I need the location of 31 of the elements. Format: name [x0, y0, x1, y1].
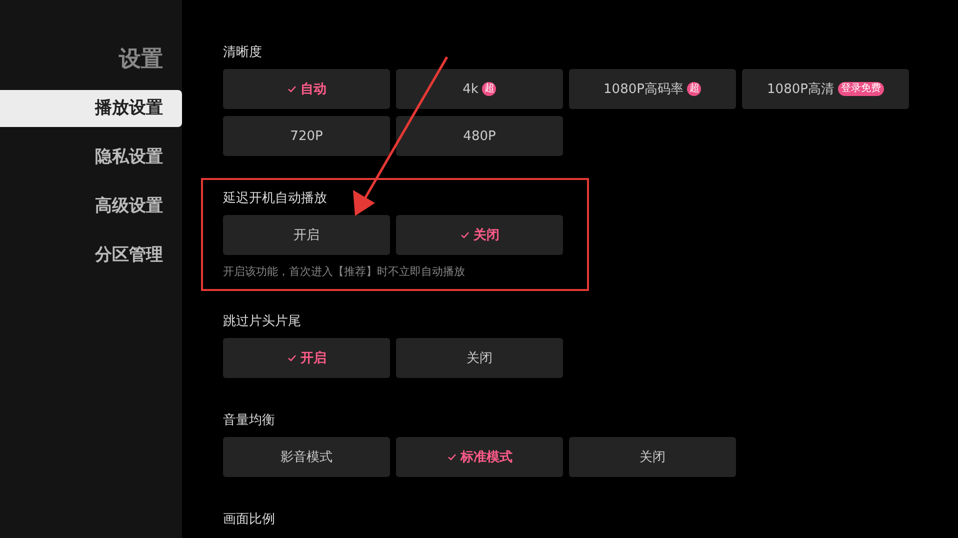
option-button[interactable]: 关闭	[396, 338, 563, 378]
section-title: 画面比例	[223, 511, 276, 529]
sidebar-item[interactable]: 播放设置	[0, 90, 182, 127]
option-button[interactable]: 自动	[223, 69, 390, 109]
option-button[interactable]: 1080P高清 登录免费	[742, 69, 909, 109]
badge: 超	[687, 82, 702, 96]
sidebar-item[interactable]: 高级设置	[0, 188, 182, 225]
badge: 超	[482, 82, 496, 96]
section-title: 跳过片头片尾	[223, 313, 302, 331]
option-button[interactable]: 关闭	[396, 215, 563, 255]
option-button[interactable]: 720P	[223, 116, 390, 156]
option-button[interactable]: 影音模式	[223, 437, 390, 477]
section-title: 音量均衡	[223, 412, 276, 430]
check-icon	[460, 230, 470, 240]
section-title: 清晰度	[223, 44, 263, 62]
check-icon	[446, 452, 456, 462]
hint-text: 开启该功能，首次进入【推荐】时不立即自动播放	[223, 264, 466, 279]
check-icon	[286, 84, 296, 94]
sidebar-title: 设置	[119, 46, 163, 74]
sidebar-item[interactable]: 分区管理	[0, 237, 182, 274]
option-button[interactable]: 4k 超	[396, 69, 563, 109]
section-title: 延迟开机自动播放	[223, 190, 328, 208]
option-button[interactable]: 标准模式	[396, 437, 563, 477]
sidebar-item[interactable]: 隐私设置	[0, 139, 182, 176]
option-button[interactable]: 480P	[396, 116, 563, 156]
badge: 登录免费	[838, 82, 884, 96]
option-button[interactable]: 关闭	[569, 437, 736, 477]
option-button[interactable]: 开启	[223, 215, 390, 255]
option-button[interactable]: 1080P高码率 超	[569, 69, 736, 109]
check-icon	[286, 353, 296, 363]
option-button[interactable]: 开启	[223, 338, 390, 378]
